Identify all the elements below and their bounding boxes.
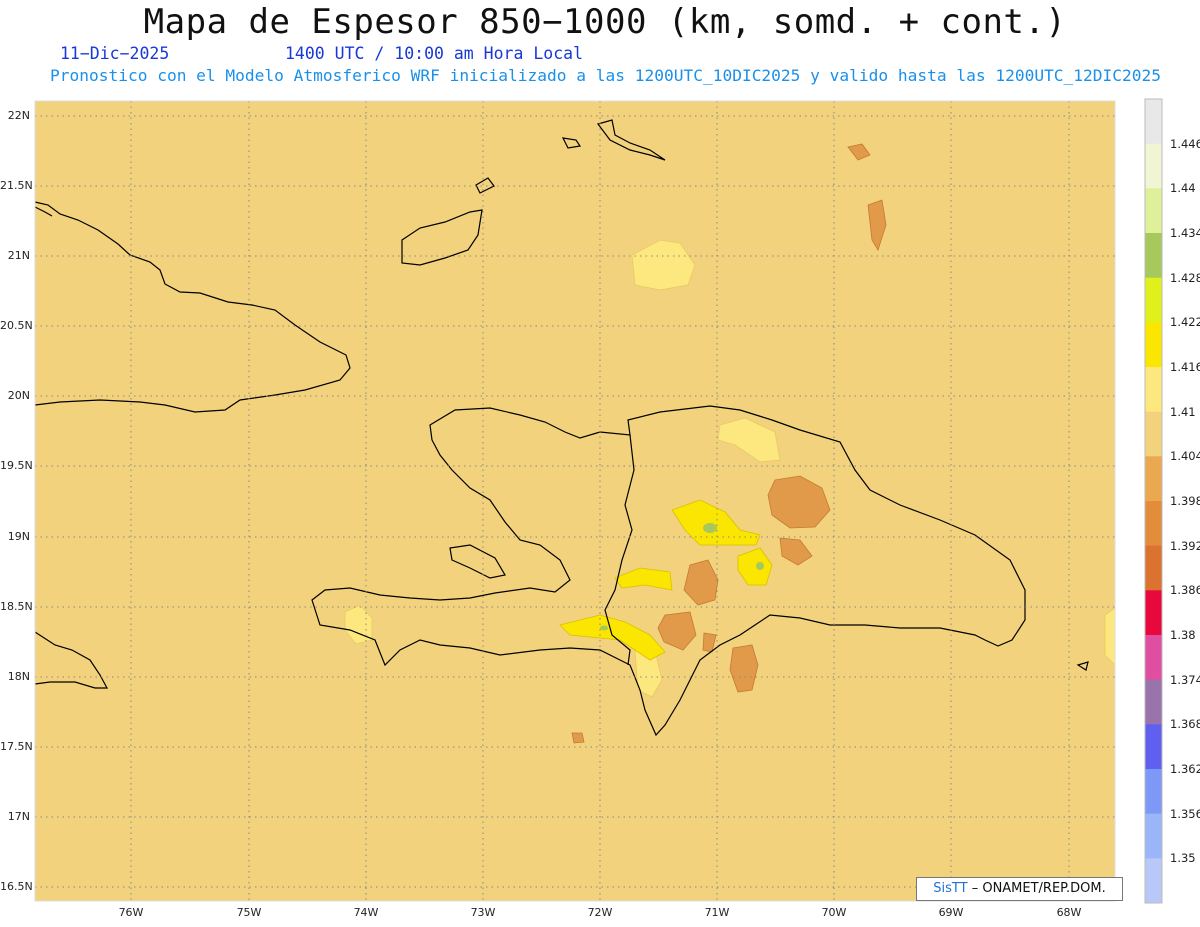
colorbar-label: 1.38 bbox=[1170, 628, 1196, 642]
lat-label-21-5n: 21.5N bbox=[0, 179, 33, 192]
colorbar-label: 1.392 bbox=[1170, 538, 1200, 553]
colorbar-label: 1.374 bbox=[1170, 672, 1200, 687]
lon-label-71w: 71W bbox=[704, 906, 730, 919]
colorbar-label: 1.35 bbox=[1170, 851, 1196, 866]
lat-label-17-5n: 17.5N bbox=[0, 740, 33, 753]
lon-label-68w: 68W bbox=[1056, 906, 1082, 919]
lon-label-72w: 72W bbox=[587, 906, 613, 919]
lat-label-18-5n: 18.5N bbox=[0, 600, 33, 613]
colorbar-label: 1.398 bbox=[1170, 494, 1200, 508]
colorbar-swatch bbox=[1145, 545, 1162, 591]
colorbar bbox=[1144, 98, 1163, 904]
colorbar-label: 1.362 bbox=[1170, 762, 1200, 776]
colorbar-swatch bbox=[1145, 277, 1162, 323]
colorbar-swatch bbox=[1145, 367, 1162, 413]
lat-label-16-5n: 16.5N bbox=[0, 880, 33, 893]
colorbar-swatch bbox=[1145, 858, 1162, 904]
colorbar-swatch bbox=[1145, 233, 1162, 279]
colorbar-swatch bbox=[1145, 501, 1162, 547]
colorbar-label: 1.356 bbox=[1170, 806, 1200, 821]
colorbar-swatch bbox=[1145, 99, 1162, 145]
colorbar-swatch bbox=[1145, 411, 1162, 457]
map-figure bbox=[34, 98, 1163, 904]
colorbar-swatch bbox=[1145, 188, 1162, 234]
lon-label-70w: 70W bbox=[821, 906, 847, 919]
lon-label-73w: 73W bbox=[470, 906, 496, 919]
lon-label-74w: 74W bbox=[353, 906, 379, 919]
lat-label-22n: 22N bbox=[7, 109, 30, 122]
colorbar-swatch bbox=[1145, 813, 1162, 859]
colorbar-swatch bbox=[1145, 322, 1162, 368]
lon-label-76w: 76W bbox=[118, 906, 144, 919]
lat-label-20n: 20N bbox=[7, 389, 30, 402]
colorbar-swatch bbox=[1145, 590, 1162, 636]
colorbar-label: 1.44 bbox=[1170, 181, 1196, 196]
lon-label-75w: 75W bbox=[236, 906, 262, 919]
colorbar-label: 1.422 bbox=[1170, 315, 1200, 330]
lat-label-21n: 21N bbox=[7, 249, 30, 262]
thickness-field bbox=[35, 101, 1115, 901]
colorbar-swatch bbox=[1145, 143, 1162, 189]
colorbar-swatch bbox=[1145, 635, 1162, 681]
colorbar-swatch bbox=[1145, 456, 1162, 502]
colorbar-label: 1.416 bbox=[1170, 360, 1200, 374]
colorbar-swatch bbox=[1145, 679, 1162, 725]
lat-label-19n: 19N bbox=[7, 530, 30, 543]
lat-label-20-5n: 20.5N bbox=[0, 319, 33, 332]
colorbar-label: 1.41 bbox=[1170, 404, 1196, 419]
lat-label-19-5n: 19.5N bbox=[0, 459, 33, 472]
colorbar-label: 1.386 bbox=[1170, 583, 1200, 598]
credit-text: – ONAMET/REP.DOM. bbox=[971, 881, 1106, 896]
colorbar-label: 1.404 bbox=[1170, 449, 1200, 464]
lat-label-18n: 18N bbox=[7, 670, 30, 683]
credit-box: SisTT – ONAMET/REP.DOM. bbox=[916, 877, 1123, 901]
lat-label-17n: 17N bbox=[7, 810, 30, 823]
lon-label-69w: 69W bbox=[938, 906, 964, 919]
colorbar-label: 1.446 bbox=[1170, 136, 1200, 151]
colorbar-label: 1.434 bbox=[1170, 226, 1200, 240]
credit-logo: SisTT bbox=[933, 881, 968, 896]
colorbar-label: 1.368 bbox=[1170, 717, 1200, 732]
colorbar-label: 1.428 bbox=[1170, 270, 1200, 285]
colorbar-swatch bbox=[1145, 769, 1162, 815]
colorbar-swatch bbox=[1145, 724, 1162, 770]
